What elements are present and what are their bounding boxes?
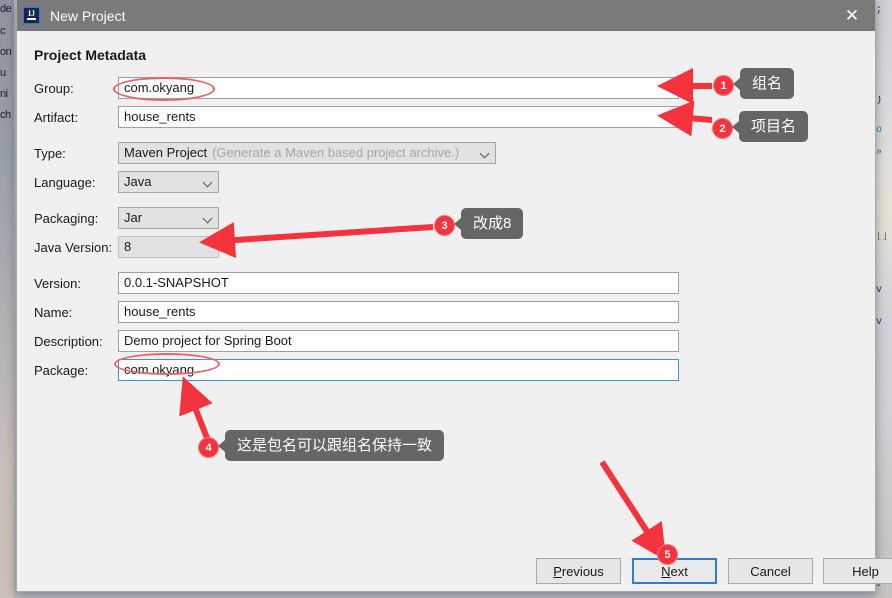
package-label: Package: (34, 363, 89, 378)
background-text-fragment: ni (0, 89, 8, 100)
package-input[interactable]: com.okyang (118, 359, 679, 381)
packaging-label: Packaging: (34, 211, 99, 226)
screen: de c on u ni ch ; ) o » [] v v } IJ New … (0, 0, 892, 598)
close-icon[interactable]: ✕ (829, 0, 875, 31)
version-input[interactable]: 0.0.1-SNAPSHOT (118, 272, 679, 294)
javaversion-value[interactable]: 8 (118, 236, 219, 258)
dialog-content: Project Metadata Group: com.okyang Artif… (17, 31, 892, 591)
background-text-fragment: de (0, 4, 12, 15)
version-label: Version: (34, 276, 81, 291)
page-title: Project Metadata (34, 47, 147, 63)
previous-label-rest: revious (561, 563, 604, 579)
next-label-rest: ext (670, 563, 688, 579)
javaversion-label: Java Version: (34, 240, 113, 255)
type-combobox[interactable]: Maven Project (Generate a Maven based pr… (118, 142, 496, 164)
name-input[interactable]: house_rents (118, 301, 679, 323)
new-project-dialog: IJ New Project ✕ Project Metadata Group:… (16, 0, 892, 592)
chevron-down-icon (479, 148, 490, 159)
background-text-fragment: u (0, 68, 6, 79)
next-mnemonic: N (661, 563, 671, 579)
background-text-fragment: on (0, 47, 12, 58)
chevron-down-icon (202, 177, 213, 188)
chevron-down-icon (202, 213, 213, 224)
background-text-fragment: c (0, 26, 6, 37)
background-code-fragment: o (876, 126, 883, 136)
language-value: Java (124, 174, 152, 189)
description-label: Description: (34, 334, 103, 349)
dialog-title: New Project (50, 7, 126, 24)
help-button[interactable]: Help (823, 558, 892, 584)
previous-mnemonic: P (553, 563, 562, 579)
group-input[interactable]: com.okyang (118, 77, 679, 99)
background-code-fragment: v (876, 286, 883, 296)
packaging-combobox[interactable]: Jar (118, 207, 219, 229)
background-code-fragment: » (876, 148, 883, 158)
language-combobox[interactable]: Java (118, 171, 219, 193)
artifact-input[interactable]: house_rents (118, 106, 679, 128)
language-label: Language: (34, 175, 96, 190)
previous-button[interactable]: Previous (536, 558, 621, 584)
cancel-button[interactable]: Cancel (728, 558, 813, 584)
background-code-fragment: ; (876, 6, 883, 16)
background-text-fragment: ch (0, 110, 11, 121)
intellij-idea-icon: IJ (23, 7, 40, 24)
background-editor-panel (876, 0, 892, 598)
dialog-titlebar[interactable]: IJ New Project ✕ (17, 0, 875, 31)
description-input[interactable]: Demo project for Spring Boot (118, 330, 679, 352)
type-label: Type: (34, 146, 66, 161)
type-hint: (Generate a Maven based project archive.… (212, 145, 460, 160)
artifact-label: Artifact: (34, 110, 79, 125)
group-label: Group: (34, 81, 74, 96)
next-button[interactable]: Next (632, 558, 717, 584)
background-code-fragment: [] (876, 232, 889, 242)
type-value: Maven Project (124, 145, 208, 160)
background-code-fragment: v (876, 318, 883, 328)
background-code-fragment: ) (876, 96, 883, 106)
name-label: Name: (34, 305, 73, 320)
packaging-value: Jar (124, 210, 143, 225)
